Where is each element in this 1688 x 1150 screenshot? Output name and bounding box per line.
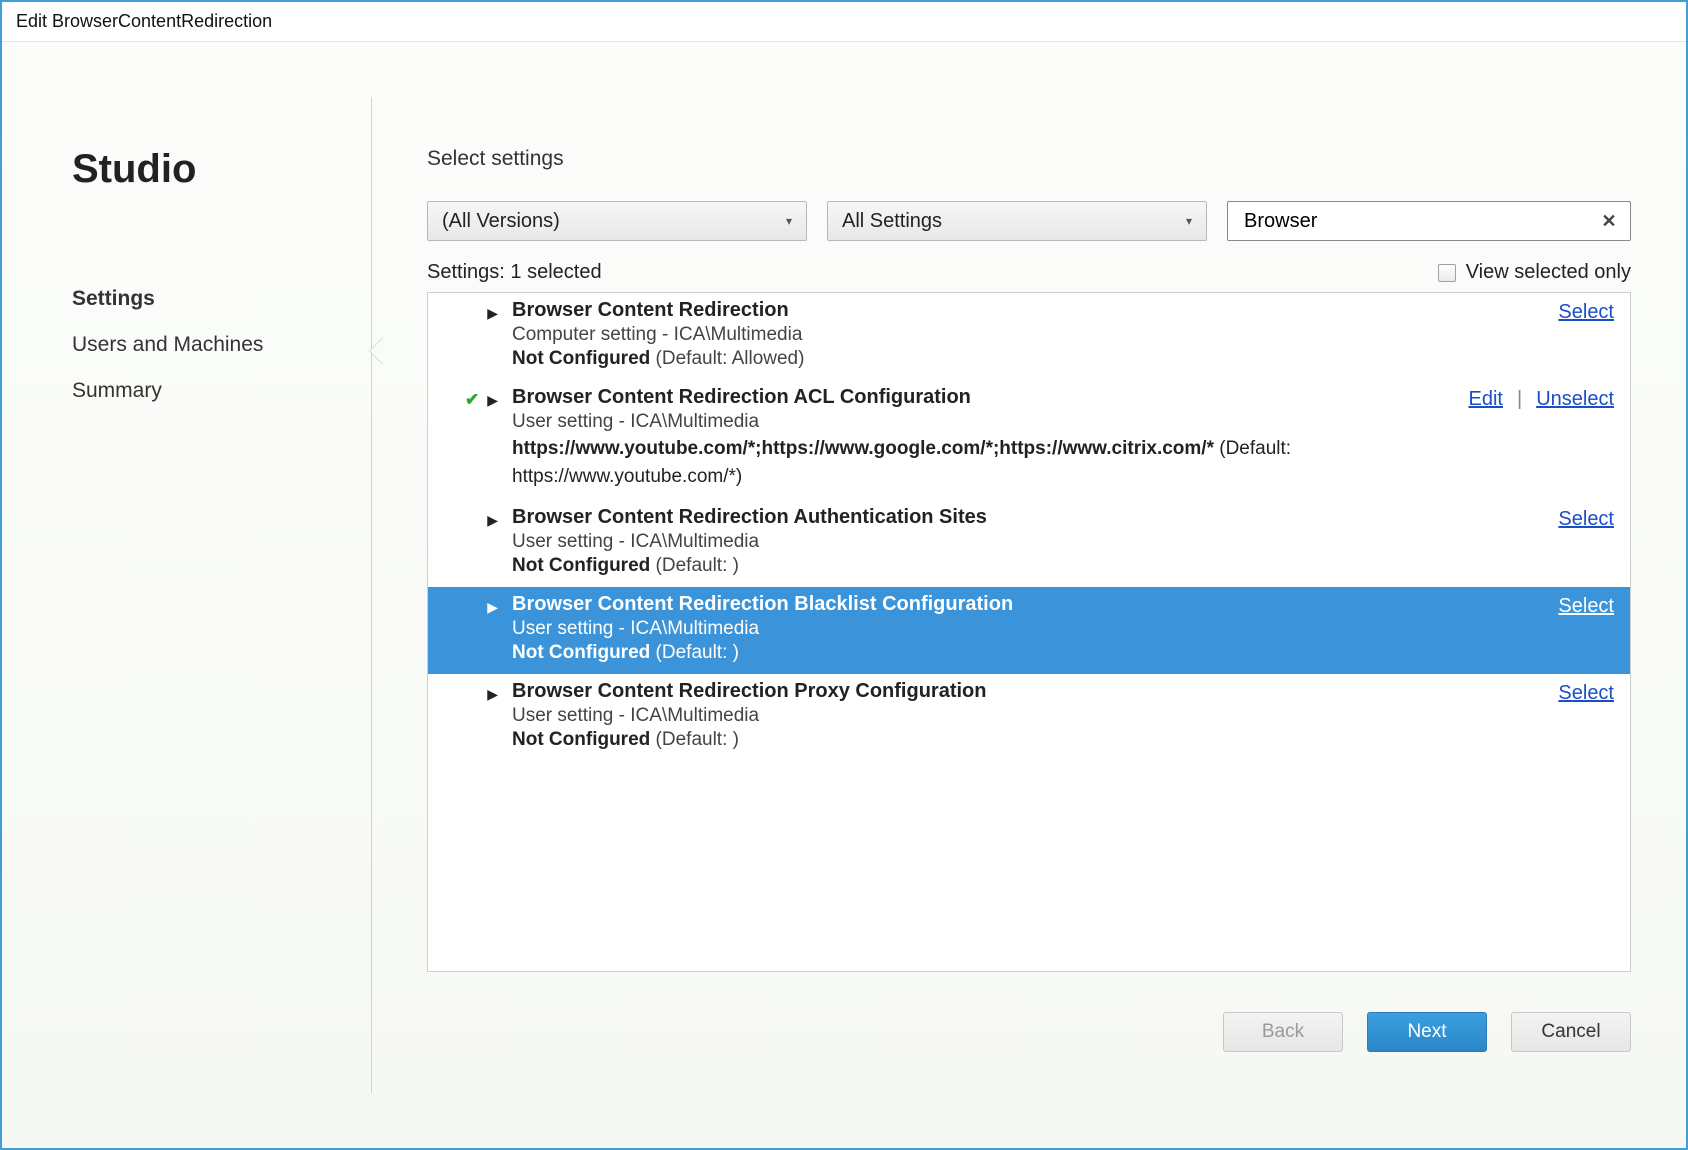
- sidebar-item-summary[interactable]: Summary: [72, 379, 332, 403]
- expand-icon[interactable]: ▶: [487, 303, 498, 370]
- setting-title: Browser Content Redirection Authenticati…: [512, 506, 1558, 529]
- setting-detail: User setting - ICA\Multimedia: [512, 411, 1469, 433]
- row-gutter: ▶: [438, 506, 498, 577]
- setting-title: Browser Content Redirection ACL Configur…: [512, 386, 1469, 409]
- filter-row: (All Versions) ▾ All Settings ▾ ✕: [427, 201, 1631, 241]
- sidebar-item-settings[interactable]: Settings: [72, 287, 332, 311]
- sidebar-item-label: Settings: [72, 287, 155, 310]
- row-gutter: ▶: [438, 593, 498, 664]
- expand-icon[interactable]: ▶: [487, 390, 498, 490]
- select-link[interactable]: Select: [1558, 508, 1614, 531]
- count-row: Settings: 1 selected View selected only: [427, 261, 1631, 284]
- sidebar-item-users-machines[interactable]: Users and Machines: [72, 333, 332, 357]
- edit-link[interactable]: Edit: [1469, 388, 1503, 411]
- row-actions: Select: [1558, 299, 1614, 370]
- chevron-down-icon: ▾: [1186, 214, 1192, 228]
- setting-title: Browser Content Redirection: [512, 299, 1558, 322]
- setting-row[interactable]: ▶ Browser Content Redirection Proxy Conf…: [428, 674, 1630, 761]
- unselect-link[interactable]: Unselect: [1536, 388, 1614, 411]
- footer-buttons: Back Next Cancel: [427, 1012, 1631, 1052]
- setting-status: Not Configured (Default: ): [512, 642, 1558, 664]
- status-bold: Not Configured: [512, 555, 650, 576]
- setting-status: Not Configured (Default: Allowed): [512, 348, 1558, 370]
- scope-value: All Settings: [842, 210, 942, 233]
- back-button[interactable]: Back: [1223, 1012, 1343, 1052]
- setting-detail: Computer setting - ICA\Multimedia: [512, 324, 1558, 346]
- row-content: Browser Content Redirection Blacklist Co…: [498, 593, 1558, 664]
- setting-value: https://www.youtube.com/*;https://www.go…: [512, 435, 1412, 490]
- status-bold: Not Configured: [512, 348, 650, 369]
- setting-title: Browser Content Redirection Blacklist Co…: [512, 593, 1558, 616]
- expand-icon[interactable]: ▶: [487, 684, 498, 751]
- setting-detail: User setting - ICA\Multimedia: [512, 705, 1558, 727]
- status-bold: Not Configured: [512, 642, 650, 663]
- count-label: Settings:: [427, 261, 505, 283]
- status-norm: (Default: ): [650, 555, 739, 576]
- row-gutter: ✔ ▶: [438, 386, 498, 490]
- sidebar-item-label: Users and Machines: [72, 333, 263, 356]
- search-input[interactable]: [1242, 209, 1598, 234]
- row-content: Browser Content Redirection Computer set…: [498, 299, 1558, 370]
- versions-dropdown[interactable]: (All Versions) ▾: [427, 201, 807, 241]
- status-norm: (Default: ): [650, 642, 739, 663]
- clear-search-icon[interactable]: ✕: [1598, 210, 1620, 232]
- chevron-down-icon: ▾: [786, 214, 792, 228]
- expand-icon[interactable]: ▶: [487, 597, 498, 664]
- row-actions: Select: [1558, 506, 1614, 577]
- row-actions: Select: [1558, 593, 1614, 664]
- window-title: Edit BrowserContentRedirection: [16, 11, 272, 32]
- setting-status: Not Configured (Default: ): [512, 729, 1558, 751]
- sidebar: Studio Settings Users and Machines Summa…: [2, 42, 372, 1148]
- row-actions: Select: [1558, 680, 1614, 751]
- row-gutter: ▶: [438, 299, 498, 370]
- select-link[interactable]: Select: [1558, 301, 1614, 324]
- status-norm: (Default: Allowed): [650, 348, 804, 369]
- select-link[interactable]: Select: [1558, 682, 1614, 705]
- scope-dropdown[interactable]: All Settings ▾: [827, 201, 1207, 241]
- page-heading: Select settings: [427, 147, 1631, 171]
- brand-title: Studio: [72, 147, 332, 192]
- next-button[interactable]: Next: [1367, 1012, 1487, 1052]
- settings-list: ▶ Browser Content Redirection Computer s…: [427, 292, 1631, 972]
- search-box[interactable]: ✕: [1227, 201, 1631, 241]
- checkbox-icon: [1438, 264, 1456, 282]
- setting-status: Not Configured (Default: ): [512, 555, 1558, 577]
- row-content: Browser Content Redirection Proxy Config…: [498, 680, 1558, 751]
- view-selected-only-toggle[interactable]: View selected only: [1438, 261, 1631, 284]
- setting-title: Browser Content Redirection Proxy Config…: [512, 680, 1558, 703]
- versions-value: (All Versions): [442, 210, 560, 233]
- titlebar: Edit BrowserContentRedirection: [2, 2, 1686, 42]
- row-content: Browser Content Redirection ACL Configur…: [498, 386, 1469, 490]
- step-pointer-icon: [370, 337, 384, 365]
- settings-count: Settings: 1 selected: [427, 261, 602, 284]
- status-bold: Not Configured: [512, 729, 650, 750]
- row-gutter: ▶: [438, 680, 498, 751]
- main-panel: Select settings (All Versions) ▾ All Set…: [372, 42, 1686, 1148]
- expand-icon[interactable]: ▶: [487, 510, 498, 577]
- setting-row[interactable]: ✔ ▶ Browser Content Redirection ACL Conf…: [428, 380, 1630, 500]
- value-bold: https://www.youtube.com/*;https://www.go…: [512, 438, 1214, 459]
- cancel-button[interactable]: Cancel: [1511, 1012, 1631, 1052]
- setting-row[interactable]: ▶ Browser Content Redirection Authentica…: [428, 500, 1630, 587]
- action-separator: |: [1517, 388, 1522, 411]
- count-value: 1 selected: [510, 261, 601, 283]
- sidebar-item-label: Summary: [72, 379, 162, 402]
- row-content: Browser Content Redirection Authenticati…: [498, 506, 1558, 577]
- checkmark-icon: ✔: [465, 390, 479, 490]
- select-link[interactable]: Select: [1558, 595, 1614, 618]
- dialog-window: Edit BrowserContentRedirection Studio Se…: [0, 0, 1688, 1150]
- setting-row[interactable]: ▶ Browser Content Redirection Blacklist …: [428, 587, 1630, 674]
- setting-detail: User setting - ICA\Multimedia: [512, 618, 1558, 640]
- setting-row[interactable]: ▶ Browser Content Redirection Computer s…: [428, 293, 1630, 380]
- status-norm: (Default: ): [650, 729, 739, 750]
- dialog-body: Studio Settings Users and Machines Summa…: [2, 42, 1686, 1148]
- wizard-steps: Settings Users and Machines Summary: [72, 287, 332, 403]
- view-selected-only-label: View selected only: [1466, 261, 1631, 284]
- row-actions: Edit | Unselect: [1469, 386, 1614, 490]
- sidebar-divider: [371, 97, 372, 1093]
- setting-detail: User setting - ICA\Multimedia: [512, 531, 1558, 553]
